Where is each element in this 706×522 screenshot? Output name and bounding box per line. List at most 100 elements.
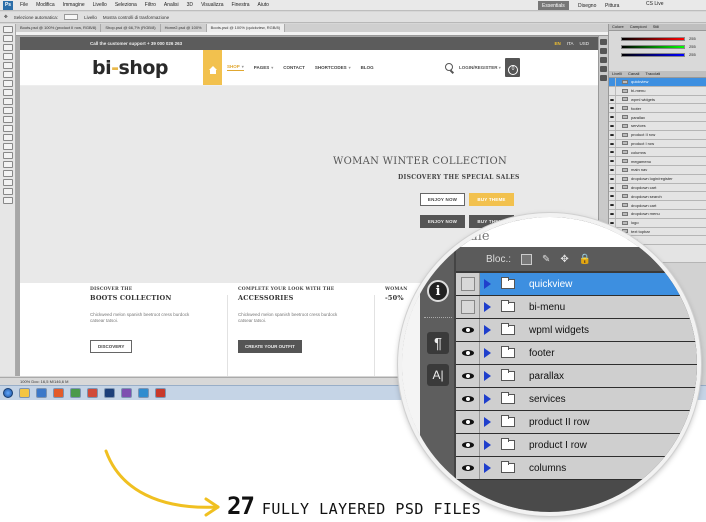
app-icon[interactable]: [121, 388, 132, 398]
character-icon[interactable]: A|: [427, 364, 449, 386]
history-icon[interactable]: [600, 39, 607, 45]
menu-file[interactable]: File: [16, 2, 32, 8]
expand-arrow-icon[interactable]: [484, 463, 491, 473]
visibility-toggle[interactable]: [609, 86, 616, 95]
layer-row-wpml-widgets[interactable]: wpml widgets: [456, 319, 697, 342]
menu-contact[interactable]: CONTACT: [283, 65, 305, 70]
visibility-toggle[interactable]: [456, 319, 480, 341]
eyedropper-tool[interactable]: [3, 71, 13, 78]
magic-wand-tool[interactable]: [3, 53, 13, 60]
tab-colore[interactable]: Colore: [612, 24, 624, 30]
login-register-link[interactable]: LOGIN/REGISTER ▾: [459, 65, 501, 70]
paragraph-icon[interactable]: [600, 66, 607, 72]
enjoy-now-button[interactable]: ENJOY NOW: [420, 193, 465, 206]
pen-tool[interactable]: [3, 152, 13, 159]
layer-row[interactable]: main nav: [609, 165, 706, 175]
menu-analisi[interactable]: Analisi: [160, 2, 183, 8]
layer-row[interactable]: dropdown cart: [609, 183, 706, 193]
lang-en[interactable]: EN: [555, 41, 561, 46]
layer-row[interactable]: quickview: [609, 78, 706, 87]
layer-row-product-ii[interactable]: product II row: [456, 411, 697, 434]
move-tool-icon[interactable]: ✥: [4, 14, 8, 20]
blue-value[interactable]: 255: [689, 52, 696, 57]
expand-arrow-icon[interactable]: [484, 279, 491, 289]
menu-finestra[interactable]: Finestra: [227, 2, 253, 8]
eye-icon[interactable]: [609, 157, 616, 165]
layer-row-parallax[interactable]: parallax: [456, 365, 697, 388]
create-outfit-button[interactable]: CREATE YOUR OUTFIT: [238, 340, 302, 353]
skype-icon[interactable]: [138, 388, 149, 398]
layer-row-bi-menu[interactable]: bi-menu: [456, 296, 697, 319]
visibility-toggle[interactable]: [456, 296, 480, 318]
eraser-tool[interactable]: [3, 116, 13, 123]
actions-icon[interactable]: [600, 48, 607, 54]
move-tool[interactable]: [3, 26, 13, 33]
layer-row-footer[interactable]: footer: [456, 342, 697, 365]
paragraph-icon[interactable]: ¶: [427, 332, 449, 354]
menu-modifica[interactable]: Modifica: [32, 2, 59, 8]
expand-arrow-icon[interactable]: [484, 371, 491, 381]
healing-tool[interactable]: [3, 80, 13, 87]
visibility-toggle[interactable]: [456, 411, 480, 433]
layer-row[interactable]: dropdown search: [609, 192, 706, 202]
lang-ita[interactable]: ITA: [567, 41, 574, 46]
cs-live-button[interactable]: CS Live: [646, 1, 664, 10]
layer-row[interactable]: dropdown login/register: [609, 174, 706, 184]
visibility-toggle[interactable]: [456, 388, 480, 410]
lasso-tool[interactable]: [3, 44, 13, 51]
eye-icon[interactable]: [609, 201, 616, 209]
tab-canali[interactable]: Canali: [628, 71, 639, 77]
layer-row[interactable]: wpml widgets: [609, 95, 706, 105]
buy-theme-button[interactable]: BUY THEME: [469, 193, 514, 206]
gradient-tool[interactable]: [3, 125, 13, 132]
visibility-toggle[interactable]: [456, 457, 480, 479]
tab-shop[interactable]: Shop.psd @ 66,7% (RGB/8): [101, 24, 161, 32]
visibility-toggle[interactable]: [456, 342, 480, 364]
green-slider[interactable]: [621, 45, 685, 49]
layer-row[interactable]: megamenu: [609, 157, 706, 166]
workspace-essentials[interactable]: Essentials: [538, 1, 569, 10]
menu-livello[interactable]: Livello: [89, 2, 111, 8]
layer-row[interactable]: product I row: [609, 139, 706, 149]
layer-row-columns[interactable]: columns: [456, 457, 697, 480]
menu-filtro[interactable]: Filtro: [141, 2, 160, 8]
visibility-toggle[interactable]: [456, 273, 480, 295]
hand-tool[interactable]: [3, 188, 13, 195]
layer-row[interactable]: services: [609, 121, 706, 131]
layer-row[interactable]: columns: [609, 148, 706, 158]
layer-row[interactable]: footer: [609, 104, 706, 114]
tab-boots-product[interactable]: Boots.psd @ 100% (product II row, RGB/8): [16, 24, 102, 32]
tab-campioni[interactable]: Campioni: [630, 24, 647, 30]
eye-icon[interactable]: [609, 113, 616, 121]
eye-icon[interactable]: [609, 183, 616, 192]
visibility-toggle[interactable]: [456, 434, 480, 456]
layer-row[interactable]: dropdown cart: [609, 201, 706, 210]
menu-blog[interactable]: BLOG: [361, 65, 374, 70]
blur-tool[interactable]: [3, 134, 13, 141]
expand-arrow-icon[interactable]: [484, 417, 491, 427]
eye-icon[interactable]: [609, 121, 616, 130]
character-icon[interactable]: [600, 75, 607, 81]
menu-seleziona[interactable]: Seleziona: [111, 2, 141, 8]
app-icon[interactable]: [70, 388, 81, 398]
currency-usd[interactable]: USD: [579, 41, 589, 46]
red-slider[interactable]: [621, 37, 685, 41]
home-button[interactable]: [203, 50, 222, 85]
eye-icon[interactable]: [609, 148, 616, 157]
green-value[interactable]: 255: [689, 44, 696, 49]
eye-icon[interactable]: [609, 95, 616, 104]
layer-row-quickview[interactable]: quickview: [456, 273, 697, 296]
brush-tool[interactable]: [3, 89, 13, 96]
photoshop-taskbar-icon[interactable]: [104, 388, 115, 398]
lock-pixels-icon[interactable]: ✎: [542, 254, 550, 265]
menu-visualizza[interactable]: Visualizza: [197, 2, 227, 8]
stamp-tool[interactable]: [3, 98, 13, 105]
discovery-button[interactable]: DISCOVERY: [90, 340, 133, 353]
menu-shortcodes[interactable]: SHORTCODES ▾: [315, 65, 351, 70]
lock-transparency-icon[interactable]: [521, 253, 533, 265]
expand-arrow-icon[interactable]: [484, 302, 491, 312]
layer-row-product-i[interactable]: product I row: [456, 434, 697, 457]
eye-icon[interactable]: [609, 139, 616, 148]
marquee-tool[interactable]: [3, 35, 13, 42]
expand-arrow-icon[interactable]: [484, 348, 491, 358]
